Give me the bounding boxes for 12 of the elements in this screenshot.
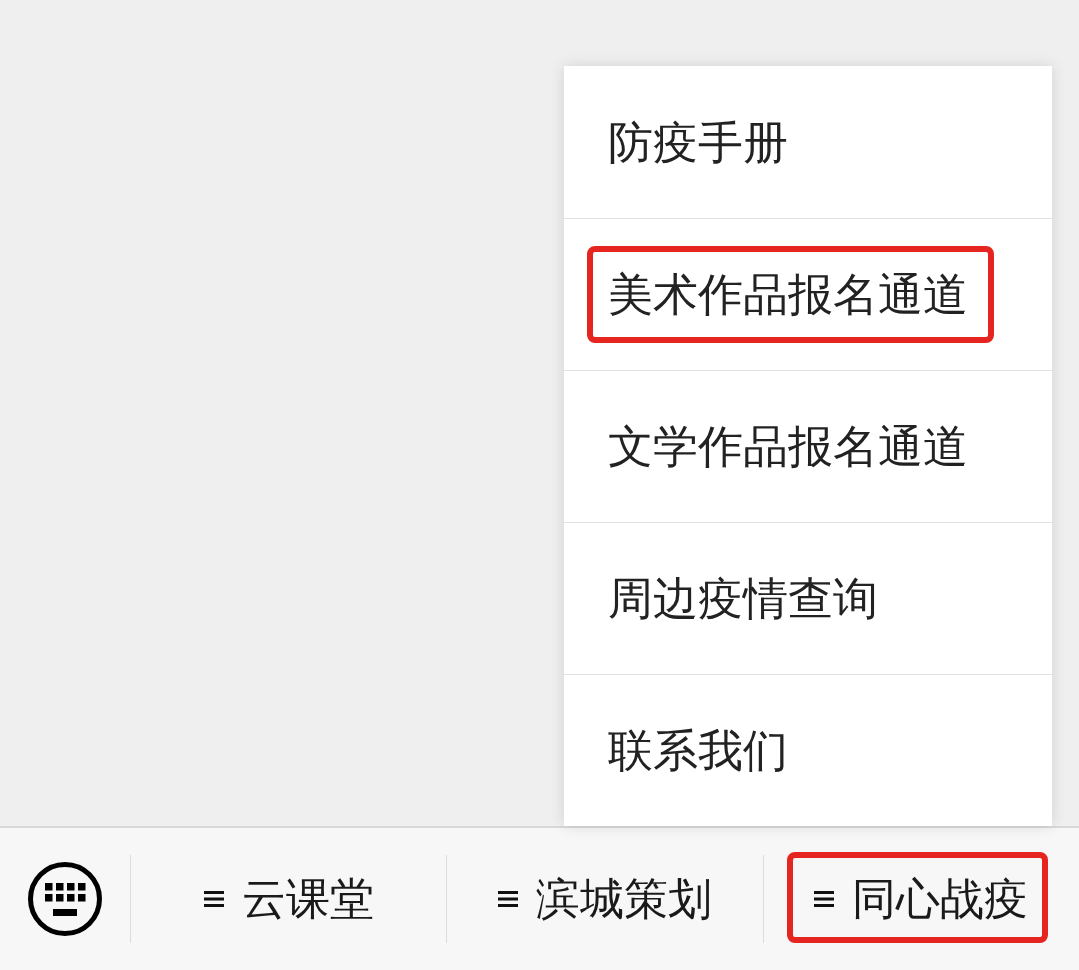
menu-item[interactable]: 联系我们 (564, 674, 1052, 826)
menu-button[interactable]: 同心战疫 (763, 828, 1079, 970)
keyboard-icon (28, 862, 102, 936)
menu-item[interactable]: 文学作品报名通道 (564, 370, 1052, 522)
menu-button[interactable]: 云课堂 (131, 828, 447, 970)
menu-icon (814, 891, 835, 907)
menu-button[interactable]: 滨城策划 (447, 828, 763, 970)
menu-item[interactable]: 周边疫情查询 (564, 522, 1052, 674)
menu-item[interactable]: 美术作品报名通道 (564, 218, 1052, 370)
menu-icon (498, 891, 518, 907)
menu-item[interactable]: 防疫手册 (564, 66, 1052, 218)
menu-icon (203, 891, 224, 907)
